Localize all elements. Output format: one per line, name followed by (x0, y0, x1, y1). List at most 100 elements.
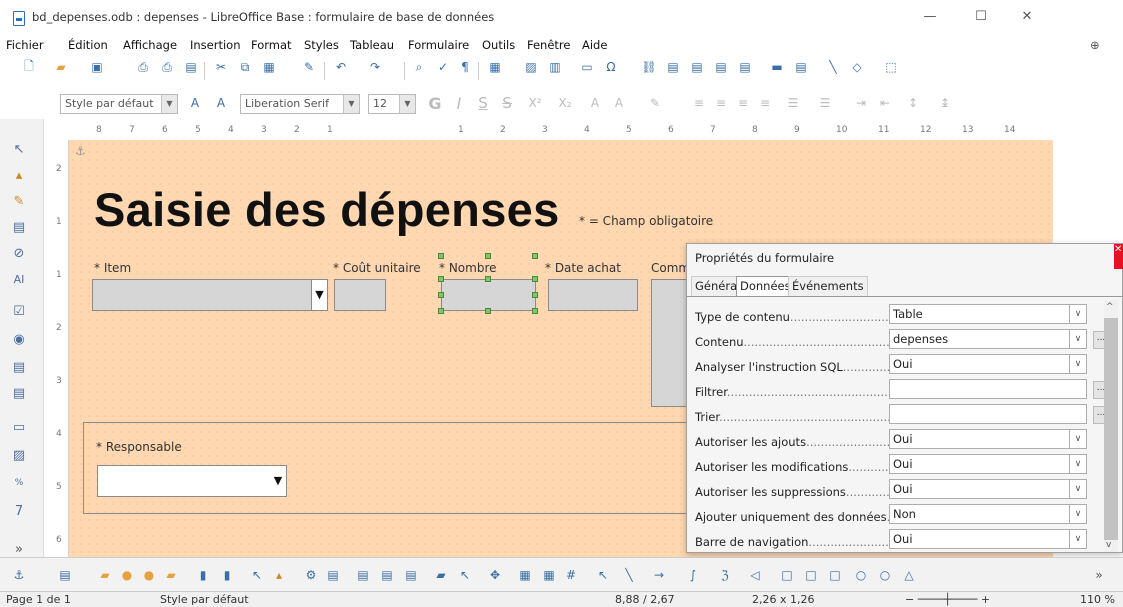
menu-fichier[interactable]: Fichier (6, 38, 44, 52)
open-folder-icon[interactable]: ▰ (52, 58, 70, 76)
rectangle-icon[interactable]: □ (778, 566, 796, 584)
chevron-down-icon[interactable]: ▼ (343, 95, 359, 113)
chevron-down-icon[interactable]: ▼ (270, 466, 286, 496)
print-preview-icon[interactable]: ▤ (182, 58, 200, 76)
display-grid-icon[interactable]: ▦ (516, 566, 534, 584)
paste-icon[interactable]: ▦ (260, 58, 278, 76)
copy-icon[interactable]: ⧉ (236, 58, 254, 76)
align-left-icon[interactable]: ≡ (690, 94, 708, 112)
menu-outils[interactable]: Outils (482, 38, 515, 52)
image-button-icon[interactable]: ▨ (9, 445, 29, 465)
redo-icon[interactable]: ↷ (366, 58, 384, 76)
numbered-list-icon[interactable]: ☰ (816, 94, 834, 112)
ellipse-icon[interactable]: ○ (852, 566, 870, 584)
hyperlink-icon[interactable]: ⛓ (640, 58, 658, 76)
menu-styles[interactable]: Styles (304, 38, 339, 52)
selection-handle[interactable] (485, 276, 491, 282)
cross-reference-icon[interactable]: ▤ (736, 58, 754, 76)
anchor-icon[interactable]: ⚓ (10, 566, 28, 584)
italic-icon[interactable]: I (450, 94, 468, 113)
save-icon[interactable]: ▣ (88, 58, 106, 76)
scrollbar-thumb[interactable] (1104, 318, 1118, 540)
indent-increase-icon[interactable]: ⇥ (852, 94, 870, 112)
align-right-icon[interactable]: ≡ (734, 94, 752, 112)
cout-field[interactable] (334, 279, 386, 311)
curve-icon[interactable]: ∫ (684, 566, 702, 584)
select-icon[interactable]: ↖ (248, 566, 266, 584)
selection-handle[interactable] (485, 308, 491, 314)
track-changes-icon[interactable]: ▤ (792, 58, 810, 76)
insert-image-icon[interactable]: ▨ (522, 58, 540, 76)
selection-handle[interactable] (532, 276, 538, 282)
strikethrough-icon[interactable]: S (498, 94, 516, 112)
property-value[interactable]: Oui ∨ (889, 429, 1087, 449)
line-spacing-icon[interactable]: ↕ (904, 94, 922, 112)
selection-handle[interactable] (532, 308, 538, 314)
property-value[interactable]: Oui ∨ (889, 529, 1087, 549)
insert-chart-icon[interactable]: ▥ (546, 58, 564, 76)
check-box-icon[interactable]: ☑ (9, 301, 29, 321)
chevron-down-icon[interactable]: ∨ (1069, 430, 1086, 448)
minimize-button[interactable]: — (915, 6, 945, 28)
clear-format-icon[interactable]: A (586, 94, 604, 112)
chevron-down-icon[interactable]: ∨ (1069, 330, 1086, 348)
endnote-icon[interactable]: ▤ (688, 58, 706, 76)
menu-insertion[interactable]: Insertion (190, 38, 241, 52)
responsable-listbox[interactable]: ▼ (97, 465, 287, 497)
chevron-down-icon[interactable]: ∨ (1069, 305, 1086, 323)
selection-handle[interactable] (532, 253, 538, 259)
chevron-down-icon[interactable]: ∨ (1069, 480, 1086, 498)
bold-icon[interactable]: G (426, 94, 444, 113)
paragraph-style-combo[interactable]: Style par défaut ▼ (60, 94, 178, 114)
bookmark-icon[interactable]: ▤ (712, 58, 730, 76)
chevron-down-icon[interactable]: ∨ (1069, 505, 1086, 523)
selection-handle[interactable] (485, 253, 491, 259)
formatting-marks-icon[interactable]: ¶ (456, 58, 474, 76)
wrap-icon[interactable]: ▤ (56, 566, 74, 584)
date-field[interactable] (548, 279, 638, 311)
chevron-down-icon[interactable]: ∨ (1069, 455, 1086, 473)
font-color-icon[interactable]: A (610, 94, 628, 112)
snap-to-grid-icon[interactable]: ▦ (540, 566, 558, 584)
property-value[interactable]: Non ∨ (889, 504, 1087, 524)
font-name-combo[interactable]: Liberation Serif ▼ (240, 94, 360, 114)
text-box-icon[interactable]: AI (9, 269, 29, 289)
property-value[interactable]: Oui ∨ (889, 354, 1087, 374)
print-icon[interactable]: ⎙ (158, 58, 176, 76)
chevron-down-icon[interactable]: ▼ (399, 95, 415, 113)
close-window-button[interactable]: ✕ (1012, 6, 1042, 28)
update-style-icon[interactable]: A (186, 94, 204, 112)
selection-handle[interactable] (532, 292, 538, 298)
arrow-line-icon[interactable]: → (650, 566, 668, 584)
menu-affichage[interactable]: Affichage (123, 38, 177, 52)
formatted-field-icon[interactable]: % (9, 473, 29, 493)
underline-icon[interactable]: S (474, 94, 492, 112)
zoom-slider[interactable]: − ────┼──── + (905, 593, 990, 606)
triangle-icon[interactable]: △ (900, 566, 918, 584)
insert-table-icon[interactable]: ▦ (486, 58, 504, 76)
highlight-icon[interactable]: ✎ (646, 94, 664, 112)
globe-icon[interactable]: ⊕ (1090, 38, 1100, 52)
scroll-down-icon[interactable]: v (1106, 540, 1111, 550)
chevron-down-icon[interactable]: ∨ (1069, 355, 1086, 373)
line-icon[interactable]: ╲ (620, 566, 638, 584)
push-button-icon[interactable]: ▭ (9, 417, 29, 437)
property-value[interactable] (889, 379, 1087, 399)
paragraph-spacing-icon[interactable]: ↨ (936, 94, 954, 112)
chevron-down-icon[interactable]: ▼ (311, 280, 327, 310)
control-wizards-icon[interactable]: ✎ (9, 191, 29, 211)
comment-icon[interactable]: ▬ (768, 58, 786, 76)
property-value[interactable]: Oui ∨ (889, 479, 1087, 499)
item-listbox[interactable]: ▼ (92, 279, 328, 311)
forward-one-icon[interactable]: ● (118, 566, 136, 584)
selection-handle[interactable] (438, 253, 444, 259)
scroll-up-icon[interactable]: ^ (1106, 302, 1114, 312)
design-mode-icon[interactable]: ▴ (270, 566, 288, 584)
polygon-icon[interactable]: ℨ (716, 566, 734, 584)
menu-tableau[interactable]: Tableau (350, 38, 394, 52)
justify-icon[interactable]: ≡ (756, 94, 774, 112)
select-pointer-icon[interactable]: ↖ (9, 139, 29, 159)
helplines-icon[interactable]: # (562, 566, 580, 584)
undo-icon[interactable]: ↶ (332, 58, 350, 76)
superscript-icon[interactable]: X² (526, 94, 544, 112)
